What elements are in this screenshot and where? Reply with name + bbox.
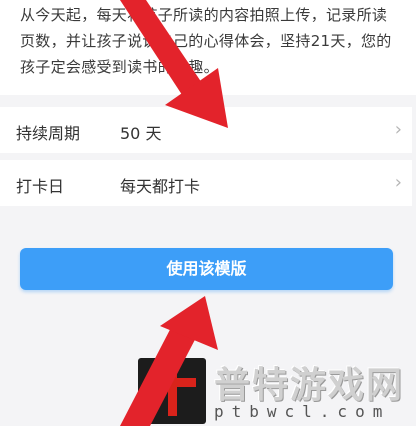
checkin-day-value: 每天都打卡: [120, 177, 201, 196]
duration-setting-row[interactable]: 持续周期 50 天 ›: [0, 107, 412, 153]
watermark-logo-icon: [138, 358, 206, 424]
chevron-right-icon: ›: [394, 172, 402, 193]
watermark-site-name: 普特游戏网: [214, 365, 405, 406]
chevron-right-icon: ›: [394, 119, 402, 140]
checkin-day-label: 打卡日: [16, 177, 65, 196]
use-template-button[interactable]: 使用该模版: [20, 248, 393, 290]
duration-value: 50 天: [120, 124, 162, 143]
checkin-day-setting-row[interactable]: 打卡日 每天都打卡 ›: [0, 160, 412, 206]
duration-label: 持续周期: [16, 124, 81, 143]
site-watermark: 普特游戏网 ptbwcl.com: [138, 356, 416, 426]
template-description: 从今天起，每天将孩子所读的内容拍照上传，记录所读页数，并让孩子说说自己的心得体会…: [20, 6, 392, 76]
template-description-card: 从今天起，每天将孩子所读的内容拍照上传，记录所读页数，并让孩子说说自己的心得体会…: [0, 0, 416, 95]
watermark-site-url: ptbwcl.com: [214, 402, 391, 421]
